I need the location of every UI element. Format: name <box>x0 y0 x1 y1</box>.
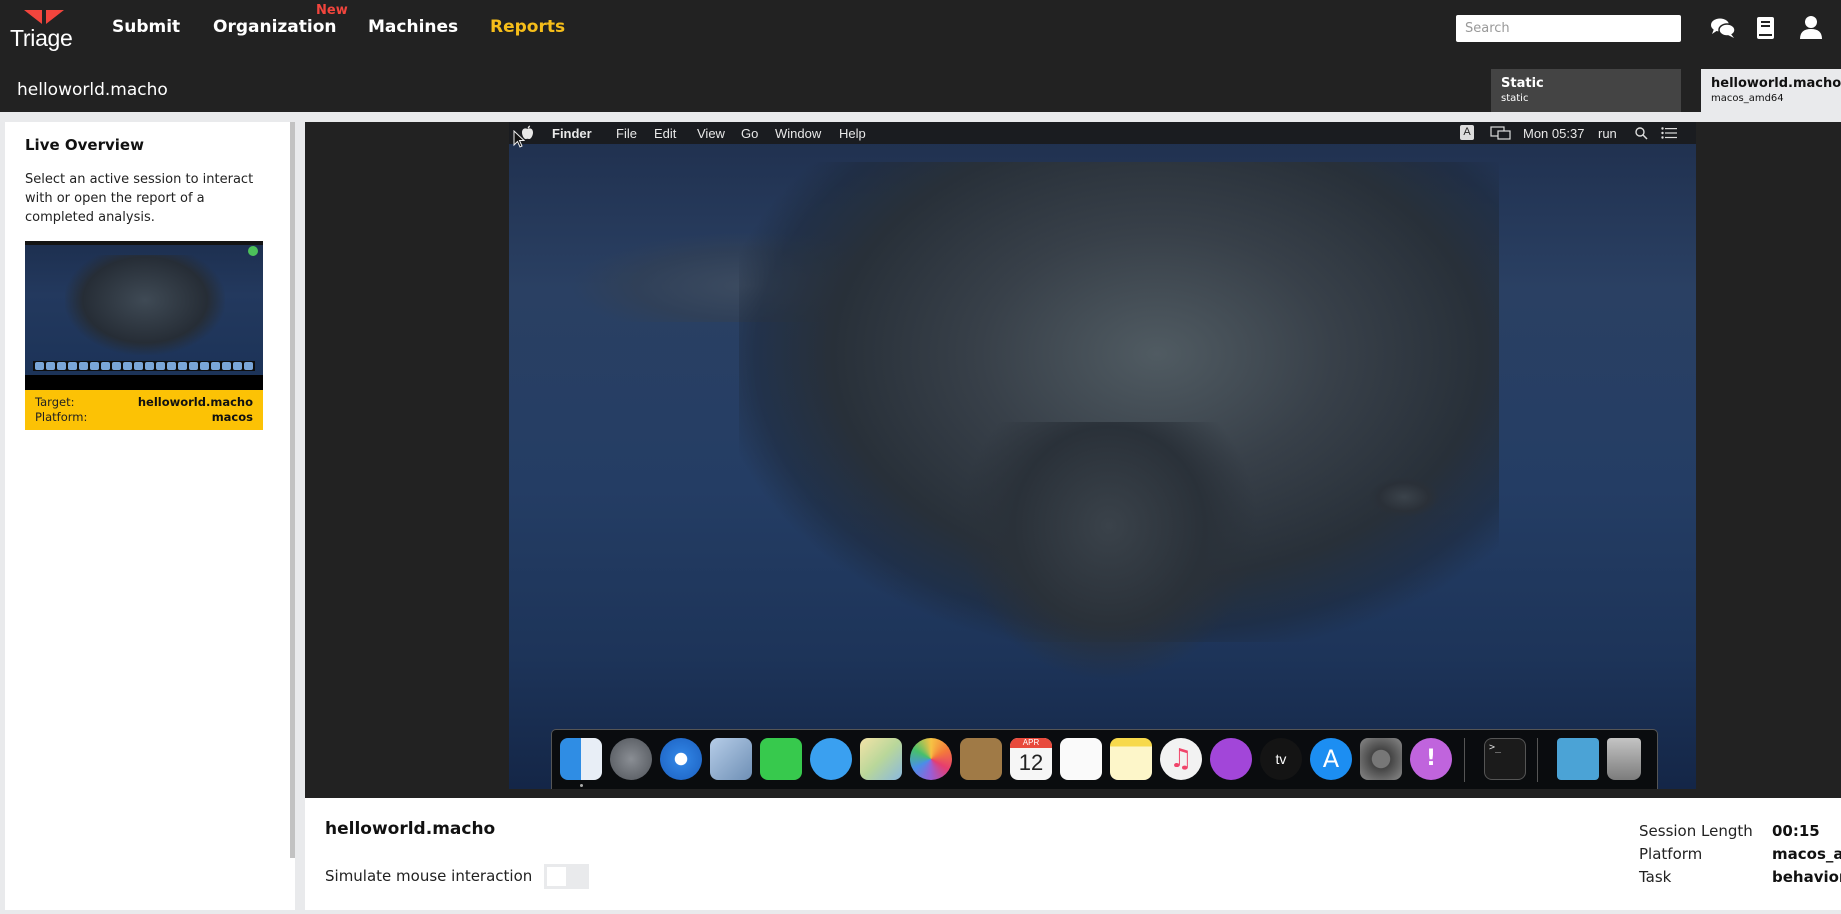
detail-row: Platform macos_amd64 <box>1639 843 1841 866</box>
calendar-day: 12 <box>1018 750 1044 775</box>
chat-icon[interactable] <box>1709 14 1737 42</box>
detail-row: Task behavioral1 <box>1639 866 1841 889</box>
input-source-indicator[interactable]: A <box>1460 125 1474 140</box>
target-label: Target: <box>35 395 75 409</box>
menubar-clock[interactable]: Mon 05:37 <box>1523 126 1584 141</box>
vm-screen[interactable]: Finder File Edit View Go Window Help A M… <box>509 122 1696 789</box>
wallpaper-island-spur <box>959 422 1259 682</box>
dock-downloads-folder-icon[interactable] <box>1557 738 1599 780</box>
dock-facetime-icon[interactable] <box>760 738 802 780</box>
tv-label: tv <box>1275 751 1287 767</box>
dock-podcasts-icon[interactable] <box>1210 738 1252 780</box>
search-input[interactable] <box>1456 15 1681 42</box>
logo-text: Triage <box>10 25 73 51</box>
tab-static[interactable]: Static static <box>1491 69 1681 112</box>
mouse-cursor-icon <box>513 130 525 148</box>
dock-launchpad-icon[interactable] <box>610 738 652 780</box>
dock-calendar-icon[interactable]: APR 12 <box>1010 738 1052 780</box>
user-icon[interactable] <box>1797 14 1825 42</box>
thumbnail-screen <box>25 241 263 375</box>
top-navbar: Triage Submit Organization New Machines … <box>0 0 1841 56</box>
detail-label: Platform <box>1639 845 1703 863</box>
thumbnail-dock <box>33 361 255 371</box>
menu-view[interactable]: View <box>697 126 725 141</box>
menu-finder[interactable]: Finder <box>552 126 592 141</box>
detail-row: Session Length 00:15 <box>1639 820 1841 843</box>
dock-notes-icon[interactable] <box>1110 738 1152 780</box>
dock-tv-icon[interactable]: tv <box>1260 738 1302 780</box>
platform-value: macos <box>211 410 253 424</box>
nav-submit[interactable]: Submit <box>112 17 180 37</box>
session-details: Session Length 00:15 Platform macos_amd6… <box>1639 820 1841 889</box>
tab-subtitle: static <box>1501 93 1529 104</box>
nav-reports[interactable]: Reports <box>490 17 565 37</box>
dock-finder-icon[interactable] <box>560 738 602 780</box>
live-overview-description: Select an active session to interact wit… <box>25 172 254 225</box>
toggle-knob <box>547 867 566 886</box>
terminal-prompt: >_ <box>1489 742 1502 753</box>
dock-mail-icon[interactable] <box>710 738 752 780</box>
nav-organization[interactable]: Organization <box>213 17 337 37</box>
dock-safari-icon[interactable] <box>660 738 702 780</box>
docs-book-icon[interactable] <box>1752 14 1780 42</box>
spotlight-search-icon[interactable] <box>1635 127 1648 140</box>
detail-value: behavioral1 <box>1772 868 1841 886</box>
dock-feedback-assistant-icon[interactable]: ! <box>1410 738 1452 780</box>
dock-app-store-icon[interactable]: A <box>1310 738 1352 780</box>
simulate-mouse-label: Simulate mouse interaction <box>325 867 533 885</box>
session-thumbnail[interactable] <box>25 241 263 398</box>
menu-file[interactable]: File <box>616 126 637 141</box>
detail-label: Session Length <box>1639 822 1753 840</box>
tab-title: helloworld.macho <box>1711 76 1841 91</box>
session-caption[interactable]: Target: helloworld.macho Platform: macos <box>25 390 263 430</box>
calendar-month: APR <box>1010 738 1052 748</box>
simulate-mouse-toggle[interactable] <box>544 864 589 889</box>
menu-edit[interactable]: Edit <box>654 126 676 141</box>
sidebar-scrollbar[interactable] <box>290 122 295 858</box>
new-badge: New <box>316 3 348 18</box>
dock-system-preferences-icon[interactable] <box>1360 738 1402 780</box>
airplay-display-icon[interactable] <box>1490 126 1512 140</box>
menu-window[interactable]: Window <box>775 126 821 141</box>
report-title: helloworld.macho <box>17 80 168 100</box>
live-overview-heading: Live Overview <box>25 136 144 154</box>
thumbnail-wallpaper <box>65 255 225 355</box>
wallpaper-rock <box>1369 477 1439 517</box>
dock-separator <box>1537 738 1538 782</box>
mac-menubar: Finder File Edit View Go Window Help A M… <box>509 122 1696 144</box>
notification-center-icon[interactable] <box>1661 127 1677 139</box>
dock-trash-icon[interactable] <box>1607 738 1641 780</box>
menubar-user[interactable]: run <box>1598 126 1617 141</box>
tab-title: Static <box>1501 76 1544 91</box>
platform-label: Platform: <box>35 410 88 424</box>
live-overview-panel: Live Overview Select an active session t… <box>5 122 295 910</box>
tab-helloworld-macho[interactable]: helloworld.macho macos_amd64 <box>1701 69 1841 112</box>
session-active-indicator <box>248 246 258 256</box>
target-value: helloworld.macho <box>137 395 253 409</box>
vm-viewer: Finder File Edit View Go Window Help A M… <box>305 122 1841 798</box>
dock-separator <box>1464 738 1465 782</box>
dock-photos-icon[interactable] <box>910 738 952 780</box>
logo-triangle-left <box>24 10 42 24</box>
menu-go[interactable]: Go <box>741 126 758 141</box>
menu-help[interactable]: Help <box>839 126 866 141</box>
dock-maps-icon[interactable] <box>860 738 902 780</box>
dock-terminal-icon[interactable]: >_ <box>1484 738 1526 780</box>
mac-dock: APR 12 ♫ tv A ! >_ <box>551 729 1658 789</box>
thumbnail-menubar <box>25 241 263 245</box>
tab-subtitle: macos_amd64 <box>1711 93 1784 104</box>
detail-value: 00:15 <box>1772 822 1820 840</box>
dock-reminders-icon[interactable] <box>1060 738 1102 780</box>
logo-triangle-right <box>46 10 64 24</box>
triage-logo[interactable]: Triage <box>10 8 80 52</box>
finder-running-indicator <box>580 784 583 787</box>
dock-messages-icon[interactable] <box>810 738 852 780</box>
session-name: helloworld.macho <box>325 819 496 839</box>
detail-label: Task <box>1639 868 1672 886</box>
nav-machines[interactable]: Machines <box>368 17 458 37</box>
detail-value: macos_amd64 <box>1772 845 1841 863</box>
dock-music-icon[interactable]: ♫ <box>1160 738 1202 780</box>
session-info-panel: helloworld.macho Simulate mouse interact… <box>305 798 1841 910</box>
dock-contacts-icon[interactable] <box>960 738 1002 780</box>
